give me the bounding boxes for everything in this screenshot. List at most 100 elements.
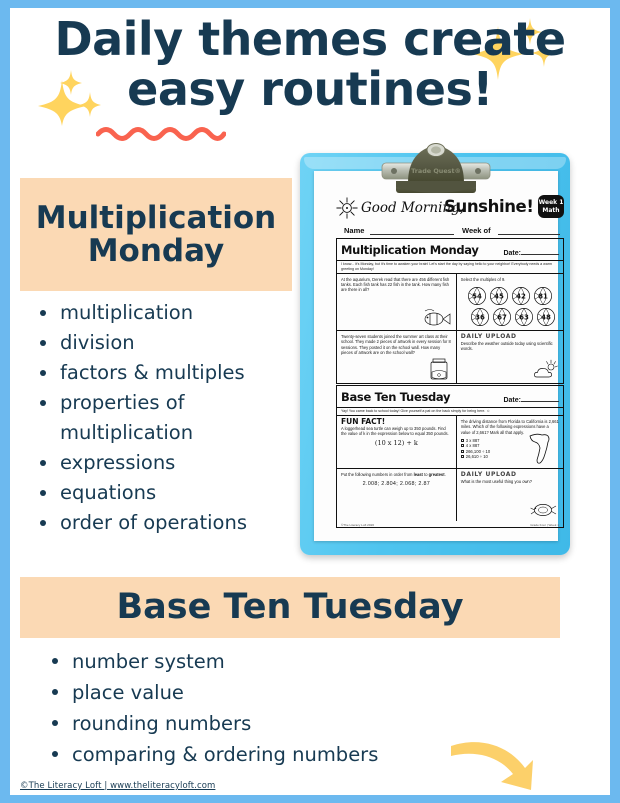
copyright-credit[interactable]: ©The Literacy Loft | www.theliteracyloft… [20,781,215,791]
wavy-underline-icon [96,127,226,141]
date-field-monday[interactable]: Date: [503,250,559,257]
monday-daily-upload: DAILY UPLOAD Describe the weather outsid… [457,331,563,383]
list-item-label: factors & multiples [60,361,245,384]
svg-text:67: 67 [497,313,507,321]
sun-icon [336,197,358,219]
svg-text:45: 45 [494,292,504,300]
list-item: equations [34,478,296,508]
list-item: rounding numbers [46,708,466,739]
beach-ball-icon[interactable]: 48 [536,307,556,327]
curved-arrow-icon [447,724,567,795]
answer-choice-label: 266,100 ÷ 10 [465,448,491,454]
sun-cloud-icon [533,359,558,378]
florida-map-icon [529,433,550,464]
list-item-label: comparing & ordering numbers [72,743,379,766]
list-item-label: division [60,331,135,354]
checkbox-icon[interactable] [460,449,464,453]
headline-line-2: easy routines! [127,62,493,116]
band-multiplication-monday: Multiplication Monday [20,178,292,291]
section-title-tuesday: Base Ten Tuesday [341,389,451,404]
tuesday-fun-fact: FUN FACT! A loggerhead sea turtle can we… [337,416,457,469]
svg-text:54: 54 [472,292,482,300]
badge-line-2: Math [542,206,560,214]
section-header-monday: Multiplication Monday Date: [337,239,563,261]
date-label: Date: [503,250,521,257]
checkbox-icon[interactable] [460,444,464,448]
beach-ball-icon[interactable]: 81 [533,286,553,306]
list-item-label: multiplication [60,301,194,324]
week-math-badge: Week 1 Math [538,195,564,218]
list-item: multiplication [34,298,296,328]
tuesday-row-2: Put the following numbers in order from … [337,468,563,522]
badge-line-1: Week 1 [538,198,564,206]
date-label: Date: [503,396,521,404]
number-set: 2.008; 2.804; 2.068; 2.87 [362,481,431,488]
band-line-2: Monday [87,232,225,269]
beach-ball-icon[interactable]: 42 [511,286,531,306]
fun-fact-label: FUN FACT! [341,417,386,427]
clipboard-paper: Good Morning, Sunshine! Week 1 Math Name… [314,171,564,541]
footer-left: ©The Literacy Loft 2020 [341,522,375,527]
section-subtitle-tuesday: Yay! You came back to school today! Give… [337,408,563,417]
date-field-tuesday[interactable]: Date: [503,397,559,404]
monday-question-1: At the aquarium, Derek read that there a… [337,273,457,330]
monday-row-2: Twenty-seven students joined the summer … [337,329,563,383]
sea-turtle-icon [530,504,557,517]
name-input-line[interactable] [370,234,454,235]
daily-upload-prompt: Describe the weather outside today using… [460,340,553,352]
beach-ball-row-1: 54 45 42 81 [461,286,559,306]
footer-right: Grade Four | Week 1 [530,522,559,527]
week-of-label: Week of [462,226,491,235]
worksheet: Good Morning, Sunshine! Week 1 Math Name… [336,195,564,528]
fun-fact-text: A loggerhead sea turtle can weigh up to … [341,425,449,437]
list-item-label: properties of [60,391,185,414]
svg-text:Trade Quest®: Trade Quest® [411,167,461,175]
prompt-part-c: . [444,472,446,478]
list-item-label: expressions [60,451,176,474]
answer-choice-label: 26,610 ÷ 10 [465,454,488,460]
prompt-emphasis-greatest: greatest [428,472,445,478]
question-prompt: Select the multiples of 9. [460,276,506,282]
list-item-label: rounding numbers [72,712,252,735]
monday-row-1: At the aquarium, Derek read that there a… [337,273,563,330]
worksheet-name-row: Name Week of [336,222,564,237]
question-text: Put the following numbers in order from … [341,472,452,477]
list-item-label: number system [72,650,225,673]
clipboard-image: Good Morning, Sunshine! Week 1 Math Name… [300,143,570,555]
beach-ball-icon[interactable]: 67 [492,307,512,327]
tuesday-question-florida: The driving distance from Florida to Cal… [457,416,563,468]
page-title: Daily themes create easy routines! [10,14,610,114]
beach-ball-icon[interactable]: 45 [489,286,509,306]
poster-canvas: Daily themes create easy routines! Multi… [10,8,610,795]
beach-ball-icon[interactable]: 36 [470,307,490,327]
list-item-label: place value [72,681,184,704]
monday-topic-list: multiplication division factors & multip… [34,298,296,538]
name-label: Name [344,226,365,235]
list-item: properties of [34,388,296,418]
fun-fact-expression: (10 x 12) + k [374,439,418,448]
list-item: number system [46,646,466,677]
worksheet-footer: ©The Literacy Loft 2020 Grade Four | Wee… [337,521,563,527]
checkbox-icon[interactable] [460,438,464,442]
worksheet-section-monday: Multiplication Monday Date: I know... it… [336,238,564,384]
monday-question-3: Twenty-seven students joined the summer … [337,330,457,383]
list-item-label: equations [60,481,157,504]
question-text: At the aquarium, Derek read that there a… [341,276,450,293]
prompt-part-a: Put the following numbers in order from [341,472,414,478]
svg-text:63: 63 [519,313,529,321]
checkbox-icon[interactable] [460,455,464,459]
beach-ball-icon[interactable]: 63 [514,307,534,327]
week-of-input-line[interactable] [498,234,560,235]
list-item: expressions [34,448,296,478]
header-section: Daily themes create easy routines! [10,8,610,148]
svg-text:42: 42 [516,292,526,300]
band-base-ten-tuesday-label: Base Ten Tuesday [116,586,464,627]
list-item: order of operations [34,508,296,538]
tuesday-row-1: FUN FACT! A loggerhead sea turtle can we… [337,416,563,469]
beach-ball-icon[interactable]: 54 [467,286,487,306]
svg-text:36: 36 [475,313,485,321]
headline-line-1: Daily themes create [54,12,566,66]
section-title-monday: Multiplication Monday [341,243,479,257]
clipboard-clip-icon[interactable]: Trade Quest® [378,137,494,209]
answer-choice-label: 4 x 887 [465,443,480,449]
